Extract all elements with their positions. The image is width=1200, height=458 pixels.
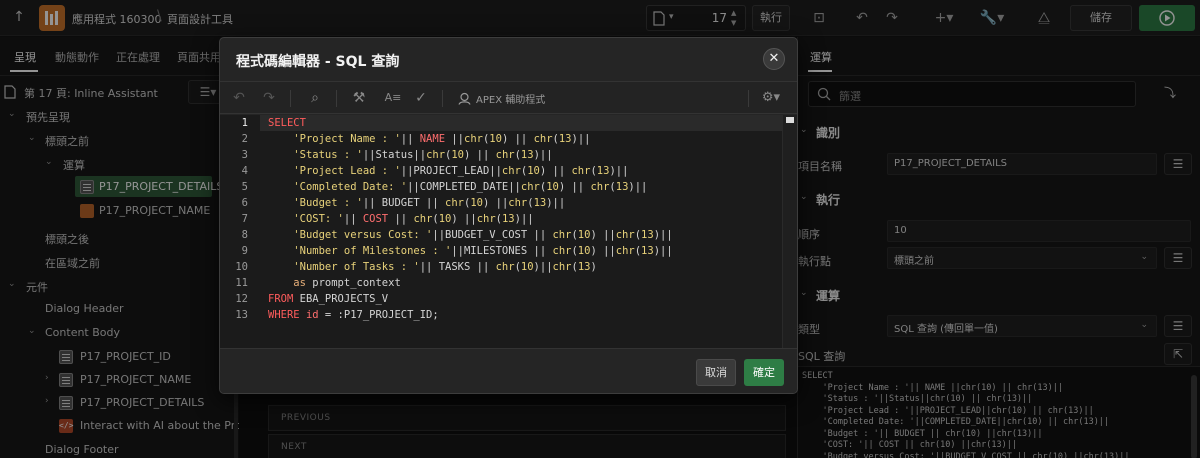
current-line-highlight — [260, 115, 782, 131]
code-line: 'Budget : '|| BUDGET || chr(10) ||chr(13… — [293, 197, 566, 209]
dialog-title: 程式碼編輯器 - SQL 查詢 — [236, 54, 400, 70]
code-line: as prompt_context — [293, 277, 401, 289]
code-line: 'Project Lead : '||PROJECT_LEAD||chr(10)… — [293, 165, 629, 177]
line-number: 7 — [241, 213, 248, 225]
divider — [748, 90, 749, 107]
code-line: SELECT — [268, 117, 306, 129]
ok-button[interactable]: 確定 — [744, 359, 784, 386]
line-number: 6 — [241, 197, 248, 209]
line-number: 8 — [241, 229, 248, 241]
scrollbar-track[interactable] — [782, 115, 797, 348]
line-number: 10 — [235, 261, 248, 273]
line-number-gutter: 1 2 3 4 5 6 7 8 9 10 11 12 13 — [220, 115, 260, 348]
line-number: 13 — [235, 309, 248, 321]
cancel-button[interactable]: 取消 — [696, 359, 736, 386]
hammer-icon[interactable]: ⚒ — [350, 90, 368, 106]
code-line: FROM EBA_PROJECTS_V — [268, 293, 389, 305]
line-number: 2 — [241, 133, 248, 145]
line-number: 11 — [235, 277, 248, 289]
code-line: 'Project Name : '|| NAME ||chr(10) || ch… — [293, 133, 591, 145]
redo-icon[interactable]: ↷ — [260, 90, 278, 106]
code-editor[interactable]: 1 2 3 4 5 6 7 8 9 10 11 12 13 SELECT 'Pr… — [220, 115, 797, 348]
assistant-icon — [458, 92, 471, 105]
code-line: 'Status : '||Status||chr(10) || chr(13)|… — [293, 149, 553, 161]
code-line: WHERE id = :P17_PROJECT_ID; — [268, 309, 439, 321]
line-number: 5 — [241, 181, 248, 193]
scrollbar-thumb[interactable] — [786, 117, 794, 123]
undo-icon[interactable]: ↶ — [230, 90, 248, 106]
search-icon[interactable]: ⌕ — [306, 90, 324, 106]
editor-toolbar: ↶ ↷ ⌕ ⚒ A≡ ✓ APEX 輔助程式 ⚙▾ — [220, 81, 797, 114]
code-editor-dialog: 程式碼編輯器 - SQL 查詢 ✕ ↶ ↷ ⌕ ⚒ A≡ ✓ APEX 輔助程式… — [219, 37, 798, 394]
code-line: 'Budget versus Cost: '||BUDGET_V_COST ||… — [293, 229, 673, 241]
line-number: 1 — [241, 117, 248, 129]
code-line: 'Number of Tasks : '|| TASKS || chr(10)|… — [293, 261, 597, 273]
line-number: 12 — [235, 293, 248, 305]
dialog-footer: 取消 確定 — [220, 348, 797, 393]
divider — [336, 90, 337, 107]
close-icon[interactable]: ✕ — [763, 48, 785, 70]
settings-gear-icon[interactable]: ⚙▾ — [756, 90, 786, 106]
validate-icon[interactable]: ✓ — [412, 90, 430, 106]
line-number: 9 — [241, 245, 248, 257]
code-line: 'Number of Milestones : '||MILESTONES ||… — [293, 245, 673, 257]
code-line: 'Completed Date: '||COMPLETED_DATE||chr(… — [293, 181, 648, 193]
apex-assistant-button[interactable]: APEX 輔助程式 — [476, 91, 545, 106]
code-line: 'COST: '|| COST || chr(10) ||chr(13)|| — [293, 213, 534, 225]
line-number: 4 — [241, 165, 248, 177]
divider — [442, 90, 443, 107]
line-number: 3 — [241, 149, 248, 161]
divider — [290, 90, 291, 107]
format-icon[interactable]: A≡ — [382, 90, 404, 106]
